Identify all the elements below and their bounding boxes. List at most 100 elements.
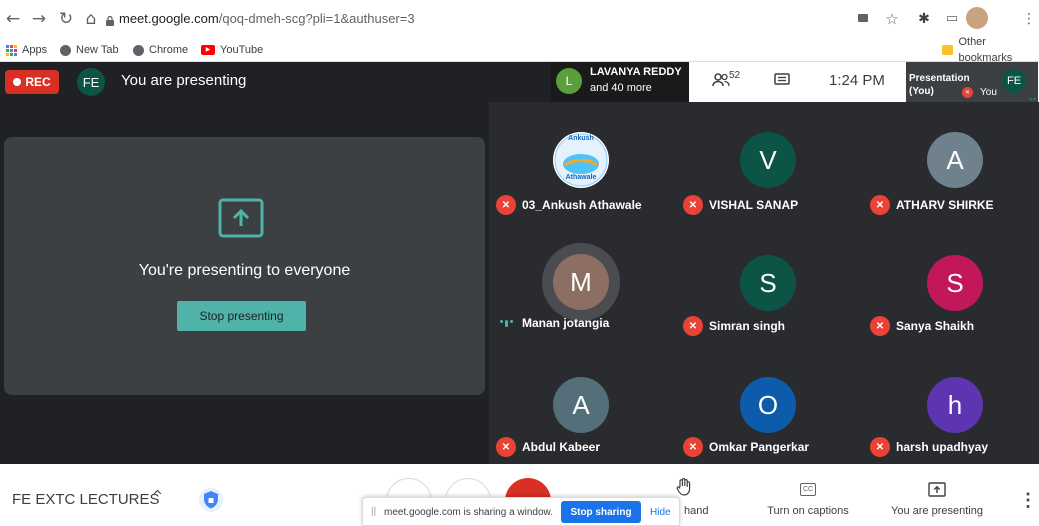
participant-avatar: S [927,255,983,311]
participant-name: harsh upadhyay [896,440,989,454]
sharing-notification: || meet.google.com is sharing a window. … [362,497,680,526]
participant-tile-label: ✕ VISHAL SANAP [683,195,798,215]
record-dot-icon [13,78,22,86]
participant-name: 03_Ankush Athawale [522,198,642,212]
participant-avatar: V [740,132,796,188]
stop-sharing-button[interactable]: Stop sharing [561,501,641,523]
muted-mic-icon: ✕ [870,195,890,215]
participant-avatar: L [556,68,582,94]
apps-icon [6,44,17,56]
bookmark-label: Apps [22,44,48,56]
participant-tile-label: ✕ ATHARV SHIRKE [870,195,994,215]
raise-hand-icon[interactable] [676,478,692,496]
participant-tile-label: ✕ harsh upadhyay [870,437,988,457]
people-count: 52 [729,70,741,81]
participant-logo: Ankush Athawale [553,132,609,188]
captions-icon[interactable]: CC [800,483,816,496]
chevron-up-icon[interactable]: ^ [152,489,163,504]
muted-mic-icon: ✕ [683,195,703,215]
bookmark-label: Chrome [149,44,189,56]
logo-text-bottom: Athawale [565,174,597,181]
other-bookmarks[interactable]: Other bookmarks [942,36,1039,64]
presentation-sub: (You) [909,86,934,97]
clock: 1:24 PM [829,72,885,89]
participant-tile-label: ✕ Omkar Pangerkar [683,437,809,457]
recording-badge: REC [5,70,59,94]
chat-icon[interactable] [774,73,790,87]
url-host: meet.google.com [119,11,219,26]
cast-icon[interactable]: ▭ [941,8,963,30]
people-icon[interactable] [712,72,730,88]
muted-mic-icon: ✕ [870,316,890,336]
lock-icon [106,13,114,26]
presentation-label: Presentation [909,73,970,84]
participant-avatar: O [740,377,796,433]
folder-icon [942,45,954,55]
url-path: /qoq-dmeh-scg?pli=1&authuser=3 [218,11,415,26]
participant-tile-label: ✕ Simran singh [683,316,785,336]
participant-name: Sanya Shaikh [896,319,975,333]
participant-avatar: A [553,377,609,433]
bookmark-new-tab[interactable]: New Tab [60,42,119,58]
bookmarks-bar: Apps New Tab Chrome ▶ YouTube Other book… [0,36,1039,64]
audio-level-icon [496,319,516,327]
hide-button[interactable]: Hide [650,507,671,518]
stop-presenting-button[interactable]: Stop presenting [177,301,306,331]
participant-name: VISHAL SANAP [709,198,799,212]
star-icon[interactable]: ☆ [881,8,903,30]
participant-tile-label: Manan jotangia [496,316,609,330]
participant-name: LAVANYA REDDY [590,66,682,78]
url-bar[interactable]: meet.google.com/qoq-dmeh-scg?pli=1&authu… [119,11,415,26]
youtube-icon: ▶ [201,45,215,55]
more-options-icon[interactable]: ⋮ [1019,490,1037,511]
bookmark-label: YouTube [220,44,264,56]
participant-avatar: A [927,132,983,188]
participant-tile-label: ✕ 03_Ankush Athawale [496,195,642,215]
presenting-label[interactable]: You are presenting [885,505,989,517]
present-screen-icon [218,198,264,238]
muted-mic-icon: ✕ [870,437,890,457]
participant-tile-label: ✕ Abdul Kabeer [496,437,600,457]
reload-icon[interactable]: ↻ [55,8,77,30]
participant-name: Omkar Pangerkar [709,440,810,454]
self-avatar: FE [1002,69,1026,93]
participant-avatar: S [740,255,796,311]
profile-avatar[interactable] [966,7,988,29]
extension-icon[interactable]: ✱ [913,8,935,30]
presenting-message: You're presenting to everyone [138,262,351,279]
participant-name: Abdul Kabeer [522,440,601,454]
menu-icon[interactable]: ⋮ [1018,8,1039,30]
muted-mic-icon: ✕ [962,87,973,98]
camera-indicator-icon[interactable] [858,14,868,22]
participant-tile-label: ✕ Sanya Shaikh [870,316,974,336]
presenter-avatar: FE [77,68,105,96]
meeting-title[interactable]: FE EXTC LECTURES [12,491,160,508]
rec-label: REC [25,75,51,89]
muted-mic-icon: ✕ [496,195,516,215]
logo-text-top: Ankush [568,135,594,142]
bookmark-label: New Tab [76,44,119,56]
chrome-icon [133,44,144,56]
present-now-icon[interactable] [928,482,946,497]
captions-label[interactable]: Turn on captions [760,505,856,517]
security-shield-icon[interactable] [199,487,223,513]
you-label: You [980,87,997,98]
drag-handle-icon[interactable]: || [371,506,376,517]
bookmark-youtube[interactable]: ▶ YouTube [201,42,263,58]
bookmark-apps[interactable]: Apps [6,42,47,58]
forward-icon[interactable]: → [28,8,50,30]
audio-level-icon [1029,88,1037,101]
bookmark-chrome[interactable]: Chrome [133,42,188,58]
participant-name: Manan jotangia [522,316,610,330]
home-icon[interactable]: ⌂ [80,8,102,30]
muted-mic-icon: ✕ [496,437,516,457]
globe-icon [60,44,71,56]
presenting-title: You are presenting [121,72,247,89]
sharing-message: meet.google.com is sharing a window. [384,507,553,518]
muted-mic-icon: ✕ [683,316,703,336]
raise-hand-label[interactable]: hand [684,505,708,517]
back-icon[interactable]: ← [2,8,24,30]
participant-avatar: M [553,254,609,310]
participant-more: and 40 more [590,82,652,94]
muted-mic-icon: ✕ [683,437,703,457]
